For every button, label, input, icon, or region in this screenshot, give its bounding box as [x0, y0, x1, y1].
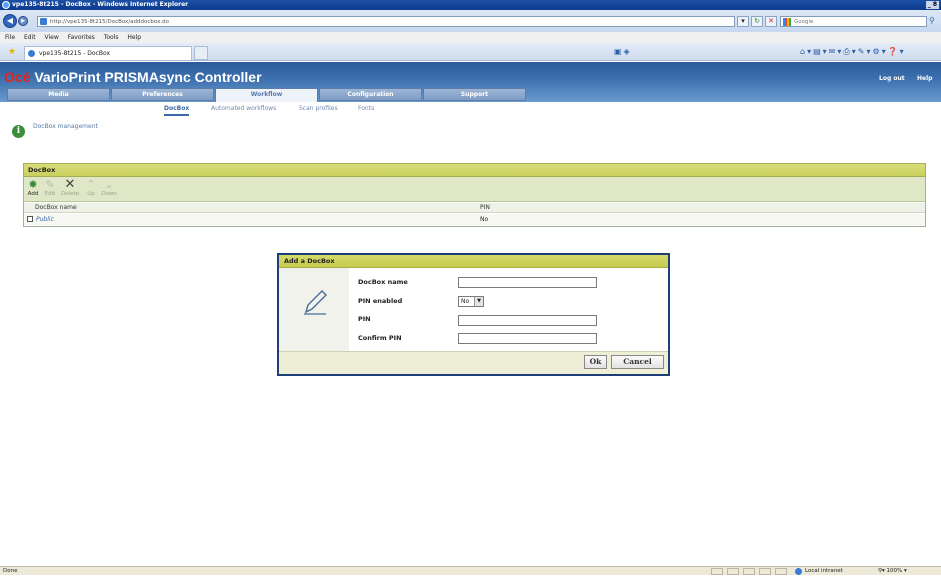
dialog-title: Add a DocBox	[279, 255, 668, 268]
zoom-icon: ⚲▾	[878, 568, 887, 574]
docbox-panel-title: DocBox	[23, 163, 926, 177]
tab-support[interactable]: Support	[423, 88, 526, 101]
zoom-dropdown-icon[interactable]: ▾	[904, 568, 907, 574]
back-icon[interactable]: ◀	[3, 14, 17, 28]
refresh-icon[interactable]: ↻	[751, 16, 763, 27]
ie-logo-icon	[2, 1, 10, 9]
search-icon[interactable]: ⚲	[929, 16, 939, 27]
page-icon	[40, 18, 47, 25]
up-button[interactable]: ⌃ Up	[84, 179, 98, 198]
dialog-footer	[279, 351, 668, 374]
docbox-name-input[interactable]	[458, 277, 597, 288]
select-arrow-icon[interactable]: ▼	[474, 297, 483, 306]
menu-bar: File Edit View Favorites Tools Help	[0, 32, 941, 43]
col-docbox-name[interactable]: DocBox name	[35, 203, 77, 213]
command-bar-icons[interactable]: ⌂▾▤▾✉▾⎙▾✎▾⚙▾❓▾	[800, 47, 906, 57]
logout-link[interactable]: Log out	[879, 75, 905, 82]
forward-icon[interactable]: ▶	[18, 16, 28, 26]
status-pane	[727, 568, 739, 575]
status-bar: Done Local intranet ⚲▾ 100% ▾	[0, 566, 941, 575]
pin-enabled-value: No	[461, 298, 470, 305]
browser-tab-row: ★ vpe135-8t215 - DocBox ▣◈ ⌂▾▤▾✉▾⎙▾✎▾⚙▾❓…	[0, 43, 941, 61]
delete-label: Delete	[60, 191, 80, 197]
edit-button[interactable]: ✎ Edit	[43, 179, 57, 198]
zoom-text: 100%	[886, 568, 903, 574]
subtab-scan-profiles[interactable]: Scan profiles	[299, 105, 338, 112]
status-pane	[775, 568, 787, 575]
zone-text: Local intranet	[805, 568, 843, 574]
tab-configuration[interactable]: Configuration	[319, 88, 422, 101]
edit-pencil-icon: ✎	[45, 178, 55, 191]
up-label: Up	[87, 191, 95, 197]
edit-label: Edit	[44, 191, 56, 197]
add-button[interactable]: ✸ Add	[26, 179, 40, 198]
subtab-docbox[interactable]: DocBox	[164, 105, 190, 116]
down-arrow-icon: ⌄	[104, 178, 114, 191]
menu-view[interactable]: View	[45, 34, 59, 41]
tab-preferences[interactable]: Preferences	[111, 88, 214, 101]
feeds-icon[interactable]: ▣◈	[614, 47, 632, 56]
pencil-icon	[304, 290, 327, 315]
menu-file[interactable]: File	[5, 34, 15, 41]
docbox-toolbar: ✸ Add ✎ Edit ✕ Delete ⌃ Up ⌄ Down	[24, 177, 925, 202]
add-wand-icon: ✸	[28, 178, 38, 191]
google-icon	[783, 18, 791, 26]
tab-media[interactable]: Media	[7, 88, 110, 101]
address-text: http://vpe135-8t215/DocBox/adddocbox.do	[50, 19, 169, 25]
confirm-pin-input[interactable]	[458, 333, 597, 344]
new-tab-button[interactable]	[194, 46, 208, 60]
window-title: vpe135-8t215 - DocBox - Windows Internet…	[12, 1, 189, 8]
window-title-bar: vpe135-8t215 - DocBox - Windows Internet…	[0, 0, 941, 10]
add-label: Add	[27, 191, 39, 197]
confirm-pin-label: Confirm PIN	[358, 334, 402, 342]
tab-ie-icon	[28, 50, 35, 57]
pin-enabled-select[interactable]: No ▼	[458, 296, 484, 307]
status-pane	[759, 568, 771, 575]
subtab-automated-workflows[interactable]: Automated workflows	[211, 105, 276, 112]
stop-icon[interactable]: ✕	[765, 16, 777, 27]
pin-enabled-label: PIN enabled	[358, 297, 403, 305]
row-checkbox[interactable]	[27, 216, 33, 222]
address-dropdown-icon[interactable]: ▾	[737, 16, 749, 27]
tab-workflow[interactable]: Workflow	[215, 88, 318, 102]
docbox-name-label: DocBox name	[358, 278, 408, 286]
docbox-table-header: DocBox name PIN	[24, 203, 925, 213]
globe-icon	[795, 568, 802, 575]
down-label: Down	[101, 191, 117, 197]
cancel-button[interactable]: Cancel	[611, 355, 664, 369]
down-button[interactable]: ⌄ Down	[100, 179, 118, 198]
brand-title: VarioPrint PRISMAsync Controller	[34, 69, 262, 85]
col-pin[interactable]: PIN	[480, 203, 490, 213]
menu-edit[interactable]: Edit	[24, 34, 36, 41]
app-brand: Océ VarioPrint PRISMAsync Controller	[4, 69, 262, 85]
delete-x-icon: ✕	[64, 177, 76, 192]
search-input[interactable]: Google	[780, 16, 927, 27]
row-name[interactable]: Public	[36, 214, 54, 225]
ok-button[interactable]: Ok	[584, 355, 607, 369]
browser-tab-title: vpe135-8t215 - DocBox	[39, 50, 111, 57]
favorites-star-icon[interactable]: ★	[8, 47, 16, 57]
search-placeholder: Google	[794, 19, 814, 25]
pin-label: PIN	[358, 315, 371, 323]
address-bar[interactable]: http://vpe135-8t215/DocBox/adddocbox.do	[37, 16, 735, 27]
row-pin: No	[480, 216, 489, 223]
menu-favorites[interactable]: Favorites	[68, 34, 95, 41]
window-controls[interactable]: _ 8	[925, 1, 939, 9]
menu-tools[interactable]: Tools	[104, 34, 119, 41]
menu-help[interactable]: Help	[127, 34, 141, 41]
address-row: ◀ ▶ http://vpe135-8t215/DocBox/adddocbox…	[0, 10, 941, 32]
status-pane	[743, 568, 755, 575]
brand-logo: Océ	[4, 69, 31, 85]
info-icon: i	[12, 125, 25, 138]
help-link[interactable]: Help	[917, 75, 932, 82]
delete-button[interactable]: ✕ Delete	[60, 177, 80, 198]
pin-input[interactable]	[458, 315, 597, 326]
up-arrow-icon: ⌃	[86, 178, 96, 191]
subtab-fonts[interactable]: Fonts	[358, 105, 374, 112]
status-pane	[711, 568, 723, 575]
table-row[interactable]: Public No	[24, 214, 925, 225]
browser-tab[interactable]: vpe135-8t215 - DocBox	[24, 46, 192, 60]
info-text: DocBox management	[33, 123, 98, 130]
